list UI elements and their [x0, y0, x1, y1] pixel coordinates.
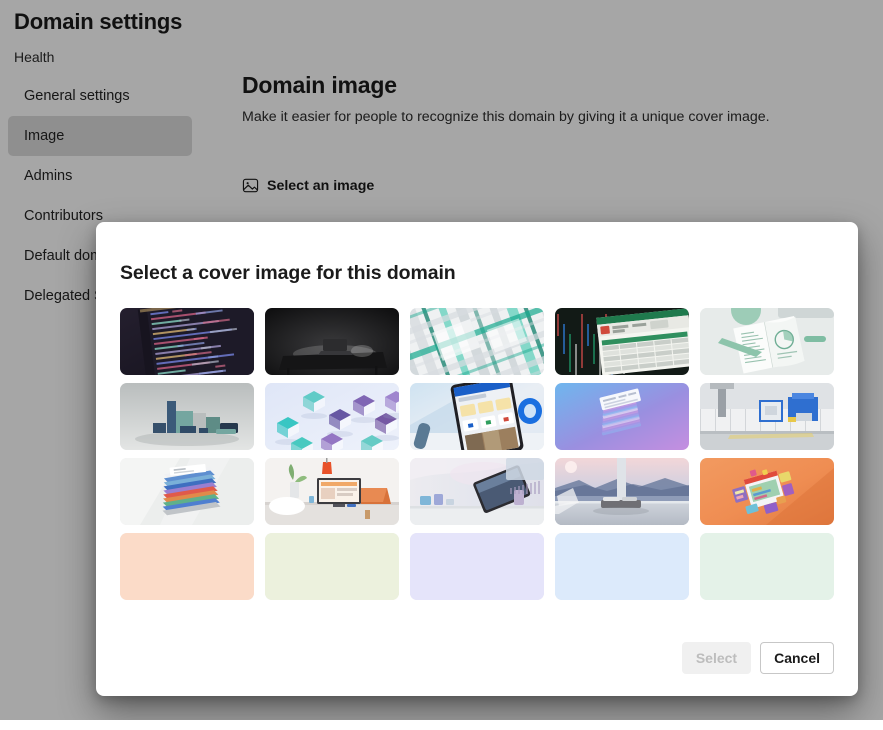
cover-image-option-notebook-charts[interactable]: [700, 308, 834, 375]
bottom-strip: [0, 720, 883, 730]
select-button[interactable]: Select: [681, 642, 752, 674]
cover-image-dialog: Select a cover image for this domain Sel…: [96, 222, 858, 696]
cover-image-option-abstract-green-grid[interactable]: [410, 308, 544, 375]
cover-image-option-spreadsheet-screens[interactable]: [555, 308, 689, 375]
cover-image-option-desk-workspace[interactable]: [265, 458, 399, 525]
cover-image-option-solid-sky[interactable]: [555, 533, 689, 600]
cover-image-option-teal-blocks[interactable]: [120, 383, 254, 450]
cover-image-option-code-editor-dark[interactable]: [120, 308, 254, 375]
cover-image-option-phone-blue-app[interactable]: [410, 383, 544, 450]
cover-image-option-solid-lime[interactable]: [265, 533, 399, 600]
cancel-button[interactable]: Cancel: [760, 642, 834, 674]
cover-image-option-colorful-papers[interactable]: [120, 458, 254, 525]
cover-image-option-glass-cubes[interactable]: [265, 383, 399, 450]
dialog-footer: Select Cancel: [681, 642, 834, 674]
cover-image-option-office-printer[interactable]: [700, 383, 834, 450]
dialog-title: Select a cover image for this domain: [120, 262, 456, 284]
cover-image-option-solid-mint[interactable]: [700, 533, 834, 600]
cover-image-option-orange-app-isometric[interactable]: [700, 458, 834, 525]
cover-image-option-solid-lavender[interactable]: [410, 533, 544, 600]
cover-image-option-tablet-pastel[interactable]: [410, 458, 544, 525]
cover-image-option-solid-peach[interactable]: [120, 533, 254, 600]
cover-image-option-window-landscape[interactable]: [555, 458, 689, 525]
cover-image-option-laptop-dark-desk[interactable]: [265, 308, 399, 375]
cover-image-option-stacked-cards-purple[interactable]: [555, 383, 689, 450]
cover-image-grid: [120, 308, 834, 600]
